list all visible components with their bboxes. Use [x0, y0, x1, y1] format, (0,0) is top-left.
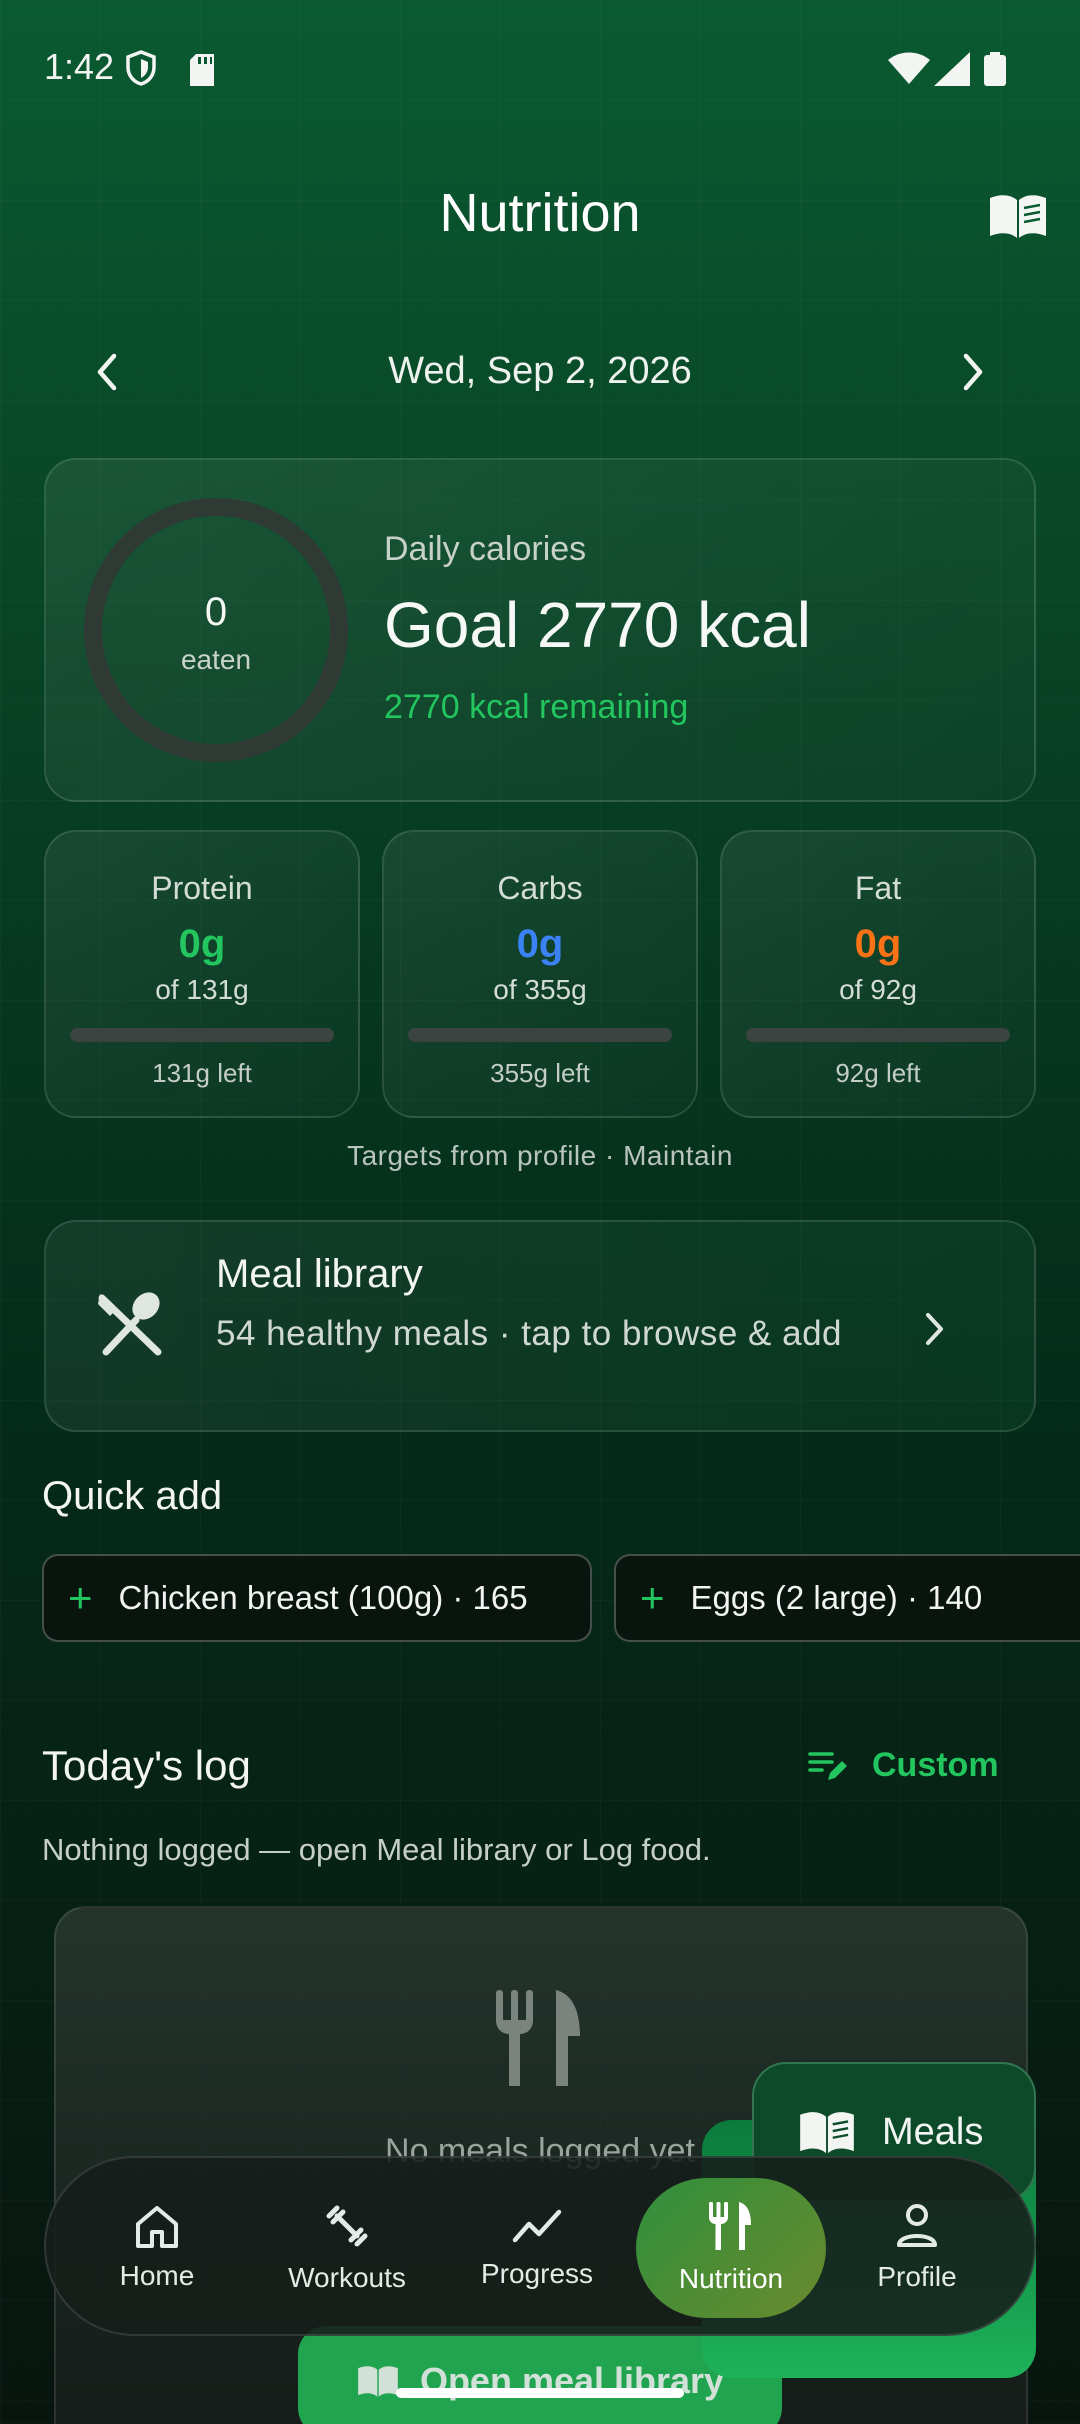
nav-label: Profile [877, 2261, 957, 2292]
book-icon[interactable] [988, 192, 1048, 240]
gesture-home-bar[interactable] [396, 2388, 684, 2398]
macro-card-fat: Fat 0g of 92g 92g left [720, 830, 1036, 1118]
dumbbell-icon [326, 2205, 368, 2247]
bottom-nav: Home Workouts Progress Nutrition Profile [44, 2156, 1036, 2336]
calories-remaining: 2770 kcal remaining [384, 688, 689, 726]
home-icon [136, 2206, 178, 2248]
macro-progress-bar [408, 1028, 672, 1042]
utensils-icon [709, 2202, 751, 2250]
quick-add-chip[interactable]: + Eggs (2 large) · 140 [614, 1554, 1080, 1642]
macro-name: Protein [151, 870, 253, 906]
nav-item-workouts[interactable]: Workouts [252, 2178, 442, 2318]
utensils-icon [496, 1990, 580, 2086]
edit-list-icon [808, 1751, 847, 1780]
macro-name: Carbs [497, 870, 583, 906]
book-icon [800, 2112, 854, 2154]
quick-add-chip-label: Eggs (2 large) · 140 [690, 1579, 983, 1616]
cellular-icon [934, 52, 970, 86]
page-title: Nutrition [439, 183, 641, 243]
status-bar: 1:42 [0, 0, 1080, 140]
nav-label: Nutrition [678, 2263, 784, 2294]
battery-icon [984, 52, 1006, 86]
nav-item-nutrition[interactable]: Nutrition [636, 2178, 826, 2318]
macro-value: 0g [178, 922, 226, 966]
current-date: Wed, Sep 2, 2026 [388, 350, 692, 392]
status-time: 1:42 [44, 46, 115, 87]
macro-value: 0g [854, 922, 902, 966]
quick-add-chip[interactable]: + Chicken breast (100g) · 165 [42, 1554, 592, 1642]
meal-library-title: Meal library [216, 1252, 423, 1296]
trend-icon [512, 2209, 562, 2243]
shield-icon [126, 50, 156, 86]
nav-label: Workouts [288, 2262, 406, 2293]
macro-remaining: 131g left [152, 1058, 252, 1088]
todays-log-title: Today's log [42, 1742, 251, 1789]
custom-label: Custom [872, 1746, 999, 1784]
meal-library-subtitle: 54 healthy meals · tap to browse & add [216, 1314, 843, 1353]
macro-remaining: 355g left [490, 1058, 590, 1088]
calories-eaten-label: eaten [180, 644, 252, 675]
quick-add-chip-label: Chicken breast (100g) · 165 [118, 1579, 528, 1616]
macro-target: of 355g [493, 974, 587, 1005]
nav-label: Progress [480, 2258, 594, 2289]
empty-log-hint: Nothing logged — open Meal library or Lo… [42, 1832, 711, 1867]
nav-label: Home [119, 2260, 195, 2291]
macro-remaining: 92g left [835, 1058, 921, 1088]
macro-target: of 131g [155, 974, 249, 1005]
person-icon [897, 2204, 937, 2247]
nav-item-home[interactable]: Home [62, 2178, 252, 2318]
daily-calories-label: Daily calories [384, 530, 587, 568]
quick-add-title: Quick add [42, 1474, 223, 1518]
macro-card-protein: Protein 0g of 131g 131g left [44, 830, 360, 1118]
calorie-goal: Goal 2770 kcal [384, 589, 811, 661]
macro-progress-bar [746, 1028, 1010, 1042]
book-icon [358, 2366, 398, 2397]
custom-button[interactable]: Custom [808, 1746, 999, 1785]
nav-item-profile[interactable]: Profile [822, 2178, 1012, 2318]
calories-eaten: 0 [204, 590, 228, 634]
sd-card-icon [190, 54, 214, 86]
plus-icon: + [68, 1574, 93, 1621]
fork-spoon-icon [98, 1292, 162, 1356]
wifi-icon [888, 52, 930, 84]
plus-icon: + [640, 1574, 665, 1621]
targets-note: Targets from profile · Maintain [347, 1140, 733, 1171]
meals-fab-label: Meals [882, 2110, 984, 2153]
macro-name: Fat [854, 870, 902, 906]
macro-progress-bar [70, 1028, 334, 1042]
macro-value: 0g [516, 922, 564, 966]
macro-card-carbs: Carbs 0g of 355g 355g left [382, 830, 698, 1118]
nav-item-progress[interactable]: Progress [442, 2178, 632, 2318]
chevron-right-icon [926, 1313, 943, 1345]
macro-target: of 92g [839, 974, 917, 1005]
